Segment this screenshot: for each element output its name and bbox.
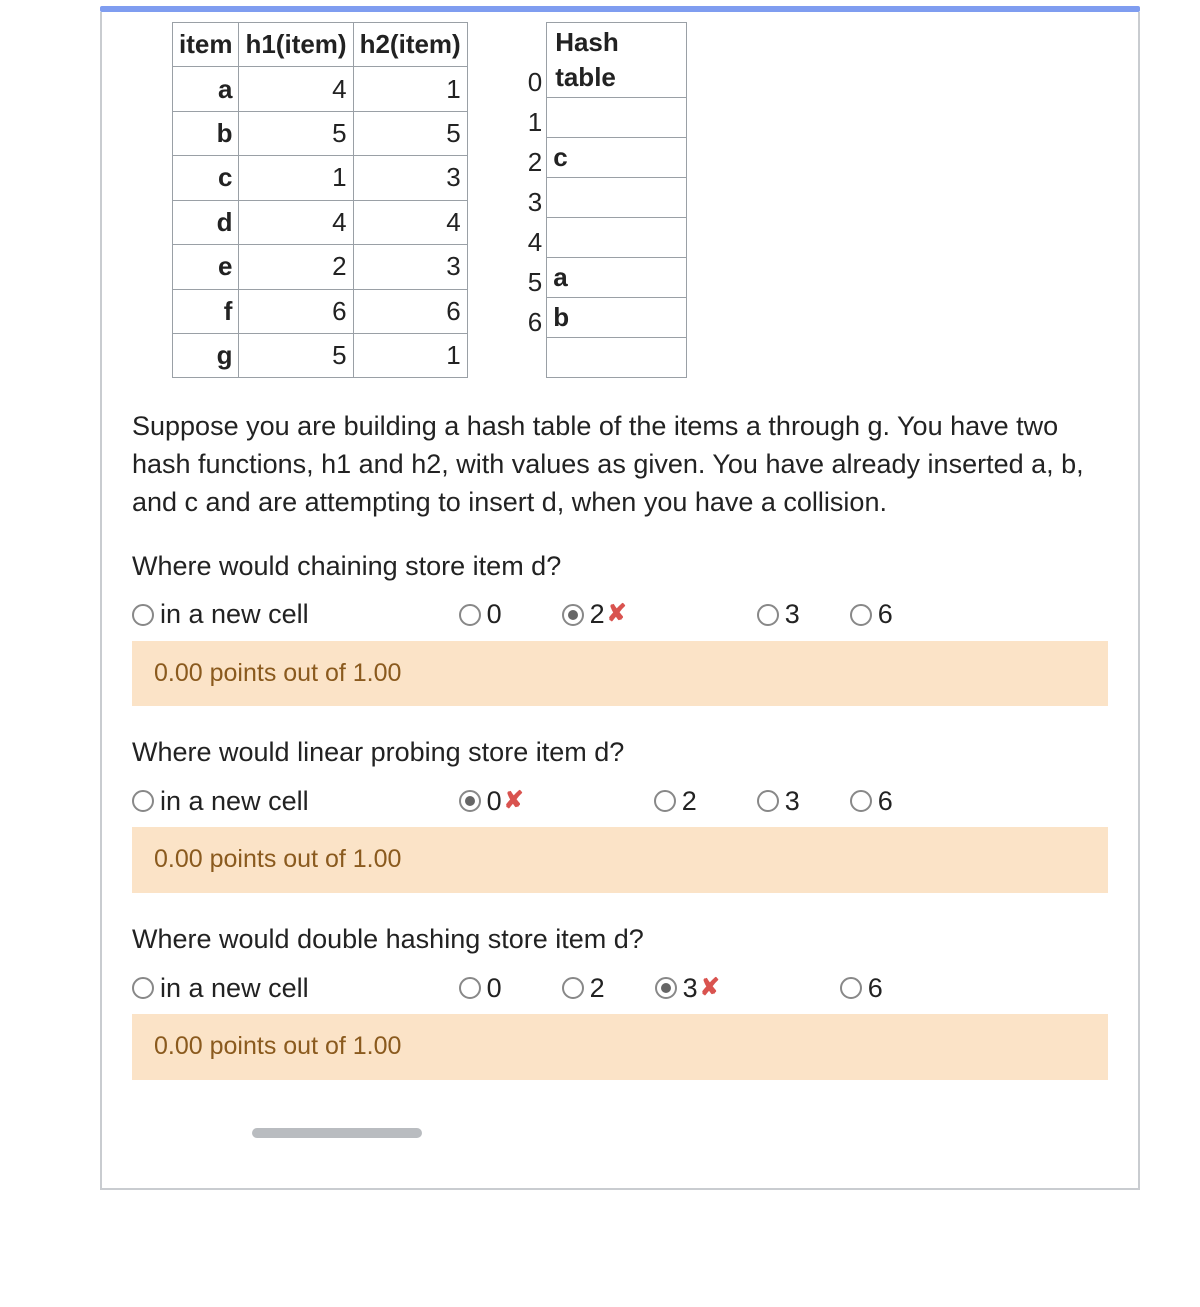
- radio-icon: [757, 790, 779, 812]
- radio-icon: [562, 977, 584, 999]
- table-row: [547, 98, 687, 138]
- q2-option-2[interactable]: 2: [654, 783, 697, 819]
- q2-option-0[interactable]: 0 ✘: [459, 783, 524, 819]
- radio-icon: [132, 977, 154, 999]
- question-card: item h1(item) h2(item) a41 b55 c13 d44 e…: [100, 12, 1140, 1190]
- q1-option-label: in a new cell: [160, 596, 309, 632]
- q3-option-label: 2: [590, 970, 605, 1006]
- radio-icon: [654, 790, 676, 812]
- q1-option-newcell[interactable]: in a new cell: [132, 596, 309, 632]
- q1-text: Where would chaining store item d?: [132, 548, 1108, 584]
- q1-option-label: 6: [878, 596, 893, 632]
- q1-option-label: 2: [590, 596, 605, 632]
- q2-option-label: in a new cell: [160, 783, 309, 819]
- radio-icon: [850, 604, 872, 626]
- q3-score: 0.00 points out of 1.00: [132, 1014, 1108, 1080]
- table-row: [547, 218, 687, 258]
- radio-icon: [655, 977, 677, 999]
- hash-table-block: 0 1 2 3 4 5 6 Hash table c a b: [528, 22, 687, 378]
- wrong-icon: ✘: [700, 972, 720, 1004]
- table-row: b55: [173, 111, 468, 155]
- q1-score: 0.00 points out of 1.00: [132, 641, 1108, 707]
- radio-icon: [459, 977, 481, 999]
- hash-table-header: Hash table: [547, 23, 687, 98]
- radio-icon: [840, 977, 862, 999]
- q2-option-label: 3: [785, 783, 800, 819]
- q1-answers: in a new cell 0 2 ✘ 3 6: [132, 596, 1108, 632]
- question-prose: Suppose you are building a hash table of…: [132, 408, 1108, 521]
- q2-score: 0.00 points out of 1.00: [132, 827, 1108, 893]
- wrong-icon: ✘: [504, 785, 524, 817]
- q2-option-3[interactable]: 3: [757, 783, 800, 819]
- q3-option-2[interactable]: 2: [562, 970, 605, 1006]
- scrollbar-thumb[interactable]: [252, 1128, 422, 1138]
- q1-option-3[interactable]: 3: [757, 596, 800, 632]
- table-row: [547, 178, 687, 218]
- q1-option-2[interactable]: 2 ✘: [562, 596, 627, 632]
- q3-option-3[interactable]: 3 ✘: [655, 970, 720, 1006]
- radio-icon: [562, 604, 584, 626]
- radio-icon: [459, 604, 481, 626]
- col-header-item: item: [173, 23, 239, 67]
- q2-option-label: 2: [682, 783, 697, 819]
- radio-icon: [757, 604, 779, 626]
- table-row: c13: [173, 156, 468, 200]
- table-row: e23: [173, 245, 468, 289]
- table-row: d44: [173, 200, 468, 244]
- item-hash-function-table: item h1(item) h2(item) a41 b55 c13 d44 e…: [172, 22, 468, 378]
- q1-option-label: 0: [487, 596, 502, 632]
- table-row: [547, 338, 687, 378]
- hash-index-column: 0 1 2 3 4 5 6: [528, 62, 546, 342]
- radio-icon: [850, 790, 872, 812]
- q3-option-label: 3: [683, 970, 698, 1006]
- table-row: a: [547, 258, 687, 298]
- q3-option-label: 6: [868, 970, 883, 1006]
- q2-option-label: 6: [878, 783, 893, 819]
- q3-text: Where would double hashing store item d?: [132, 921, 1108, 957]
- table-row: f66: [173, 289, 468, 333]
- col-header-h2: h2(item): [353, 23, 467, 67]
- q1-option-label: 3: [785, 596, 800, 632]
- radio-icon: [132, 604, 154, 626]
- q3-option-label: 0: [487, 970, 502, 1006]
- hash-table: Hash table c a b: [546, 22, 687, 378]
- q2-text: Where would linear probing store item d?: [132, 734, 1108, 770]
- q3-option-6[interactable]: 6: [840, 970, 883, 1006]
- table-row: a41: [173, 67, 468, 111]
- radio-icon: [132, 790, 154, 812]
- wrong-icon: ✘: [607, 598, 627, 630]
- q2-answers: in a new cell 0 ✘ 2 3 6: [132, 783, 1108, 819]
- radio-icon: [459, 790, 481, 812]
- q1-option-0[interactable]: 0: [459, 596, 502, 632]
- q3-option-label: in a new cell: [160, 970, 309, 1006]
- table-row: c: [547, 138, 687, 178]
- table-row: g51: [173, 333, 468, 378]
- q3-option-0[interactable]: 0: [459, 970, 502, 1006]
- q2-option-6[interactable]: 6: [850, 783, 893, 819]
- q1-option-6[interactable]: 6: [850, 596, 893, 632]
- q3-option-newcell[interactable]: in a new cell: [132, 970, 309, 1006]
- q2-option-newcell[interactable]: in a new cell: [132, 783, 309, 819]
- table-row: b: [547, 298, 687, 338]
- q2-option-label: 0: [487, 783, 502, 819]
- q3-answers: in a new cell 0 2 3 ✘ 6: [132, 970, 1108, 1006]
- data-tables-area: item h1(item) h2(item) a41 b55 c13 d44 e…: [172, 22, 1108, 378]
- col-header-h1: h1(item): [239, 23, 353, 67]
